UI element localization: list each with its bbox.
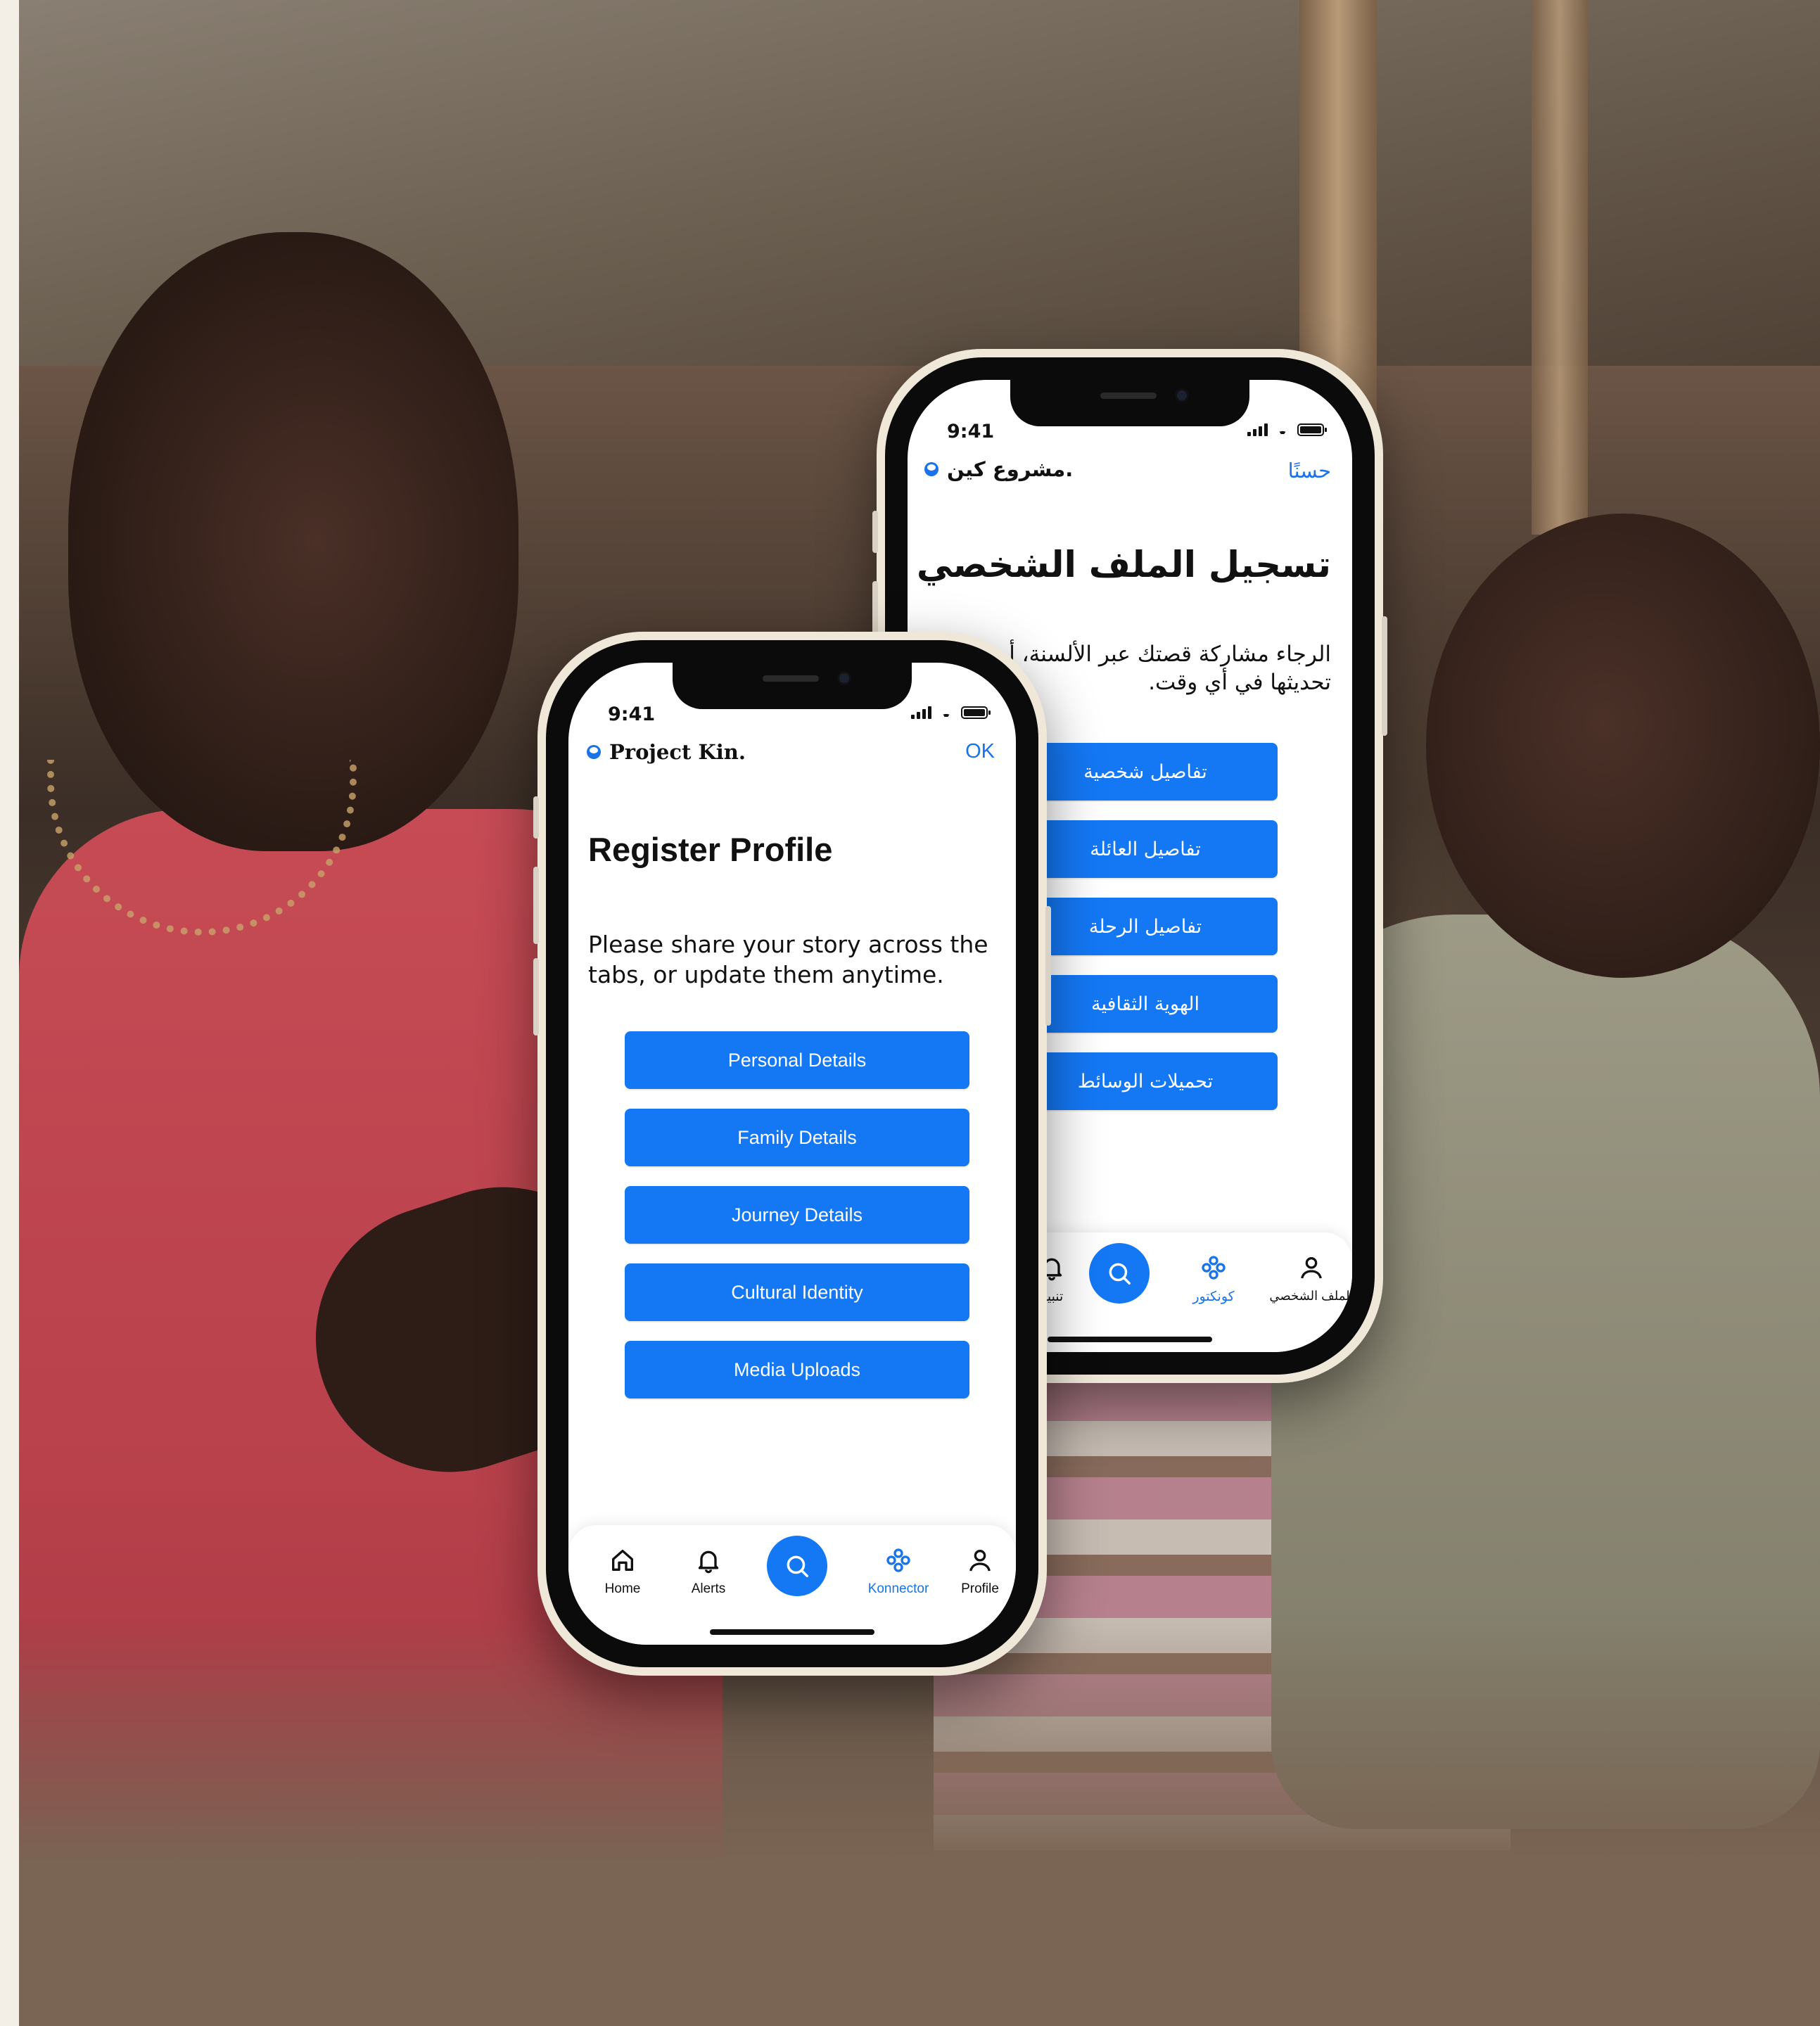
search-icon	[1109, 1263, 1131, 1285]
wooden-post	[1532, 0, 1588, 535]
status-time: 9:41	[947, 421, 995, 442]
menu-personal-details[interactable]: Personal Details	[625, 1031, 969, 1089]
page-description: Please share your story across the tabs,…	[588, 931, 988, 988]
tab-label: Home	[604, 1581, 641, 1596]
notch	[673, 663, 912, 709]
tab-search[interactable]	[767, 1536, 827, 1596]
brand-name: Project Kin.	[609, 740, 746, 764]
bell-icon	[698, 1550, 719, 1574]
brand-logo-icon	[587, 745, 601, 759]
tab-label: Alerts	[691, 1581, 726, 1596]
profile-icon	[1301, 1257, 1322, 1279]
tab-alerts[interactable]: Alerts	[670, 1546, 747, 1597]
tab-label: كونكتور	[1192, 1289, 1235, 1304]
ok-button[interactable]: OK	[965, 740, 995, 763]
notch	[1010, 380, 1249, 426]
tab-konnector[interactable]: Konnector	[853, 1546, 944, 1597]
tab-profile[interactable]: الملف الشخصي	[1255, 1254, 1352, 1304]
menu-journey-details[interactable]: Journey Details	[625, 1186, 969, 1244]
home-icon	[612, 1550, 633, 1571]
menu-cultural-identity[interactable]: الهوية الثقافية	[1013, 975, 1278, 1033]
konnector-icon	[886, 1548, 910, 1572]
battery-icon	[1297, 423, 1327, 436]
menu-family-details[interactable]: Family Details	[625, 1109, 969, 1166]
tab-konnector[interactable]: كونكتور	[1175, 1254, 1252, 1305]
wifi-icon	[937, 705, 955, 719]
signal-icon	[1247, 423, 1268, 436]
home-indicator	[1048, 1337, 1212, 1342]
page-title: تسجيل الملف الشخصي	[916, 544, 1331, 586]
tab-label: الملف الشخصي	[1269, 1289, 1352, 1303]
konnector-icon	[1202, 1256, 1226, 1280]
front-phone: 9:41 Project Kin. OK Register Profile Pl…	[533, 632, 1051, 1676]
home-indicator	[710, 1629, 874, 1635]
menu-media-uploads[interactable]: تحميلات الوسائط	[1013, 1052, 1278, 1110]
brand-logo-icon	[924, 462, 938, 476]
profile-icon	[969, 1550, 991, 1572]
tab-search[interactable]	[1089, 1243, 1150, 1304]
brand-name: مشروع كين.	[947, 457, 1074, 481]
brand: مشروع كين.	[924, 457, 1073, 481]
front-phone-screen: 9:41 Project Kin. OK Register Profile Pl…	[568, 663, 1016, 1645]
menu-journey-details[interactable]: تفاصيل الرحلة	[1013, 898, 1278, 955]
brand: Project Kin.	[587, 740, 746, 764]
page-title: Register Profile	[588, 831, 833, 868]
wifi-icon	[1273, 422, 1292, 436]
tab-label: Konnector	[867, 1581, 929, 1596]
menu-media-uploads[interactable]: Media Uploads	[625, 1341, 969, 1399]
status-icons	[1247, 422, 1327, 436]
ground	[19, 1618, 1820, 2026]
menu-cultural-identity[interactable]: Cultural Identity	[625, 1263, 969, 1321]
signal-icon	[911, 706, 931, 719]
tab-bar: Home Alerts Konnector Profile	[568, 1525, 1016, 1645]
menu-personal-details[interactable]: تفاصيل شخصية	[1013, 743, 1278, 801]
tab-label: Profile	[961, 1581, 999, 1596]
person-head	[68, 232, 518, 851]
ok-button[interactable]: حسنًا	[1288, 459, 1331, 483]
battery-icon	[961, 706, 991, 719]
status-icons	[911, 705, 991, 719]
menu-family-details[interactable]: تفاصيل العائلة	[1013, 820, 1278, 878]
child-head	[1426, 514, 1820, 978]
search-icon	[787, 1555, 808, 1577]
tab-home[interactable]: Home	[584, 1546, 661, 1597]
status-time: 9:41	[608, 703, 656, 725]
tab-profile[interactable]: Profile	[941, 1546, 1016, 1597]
